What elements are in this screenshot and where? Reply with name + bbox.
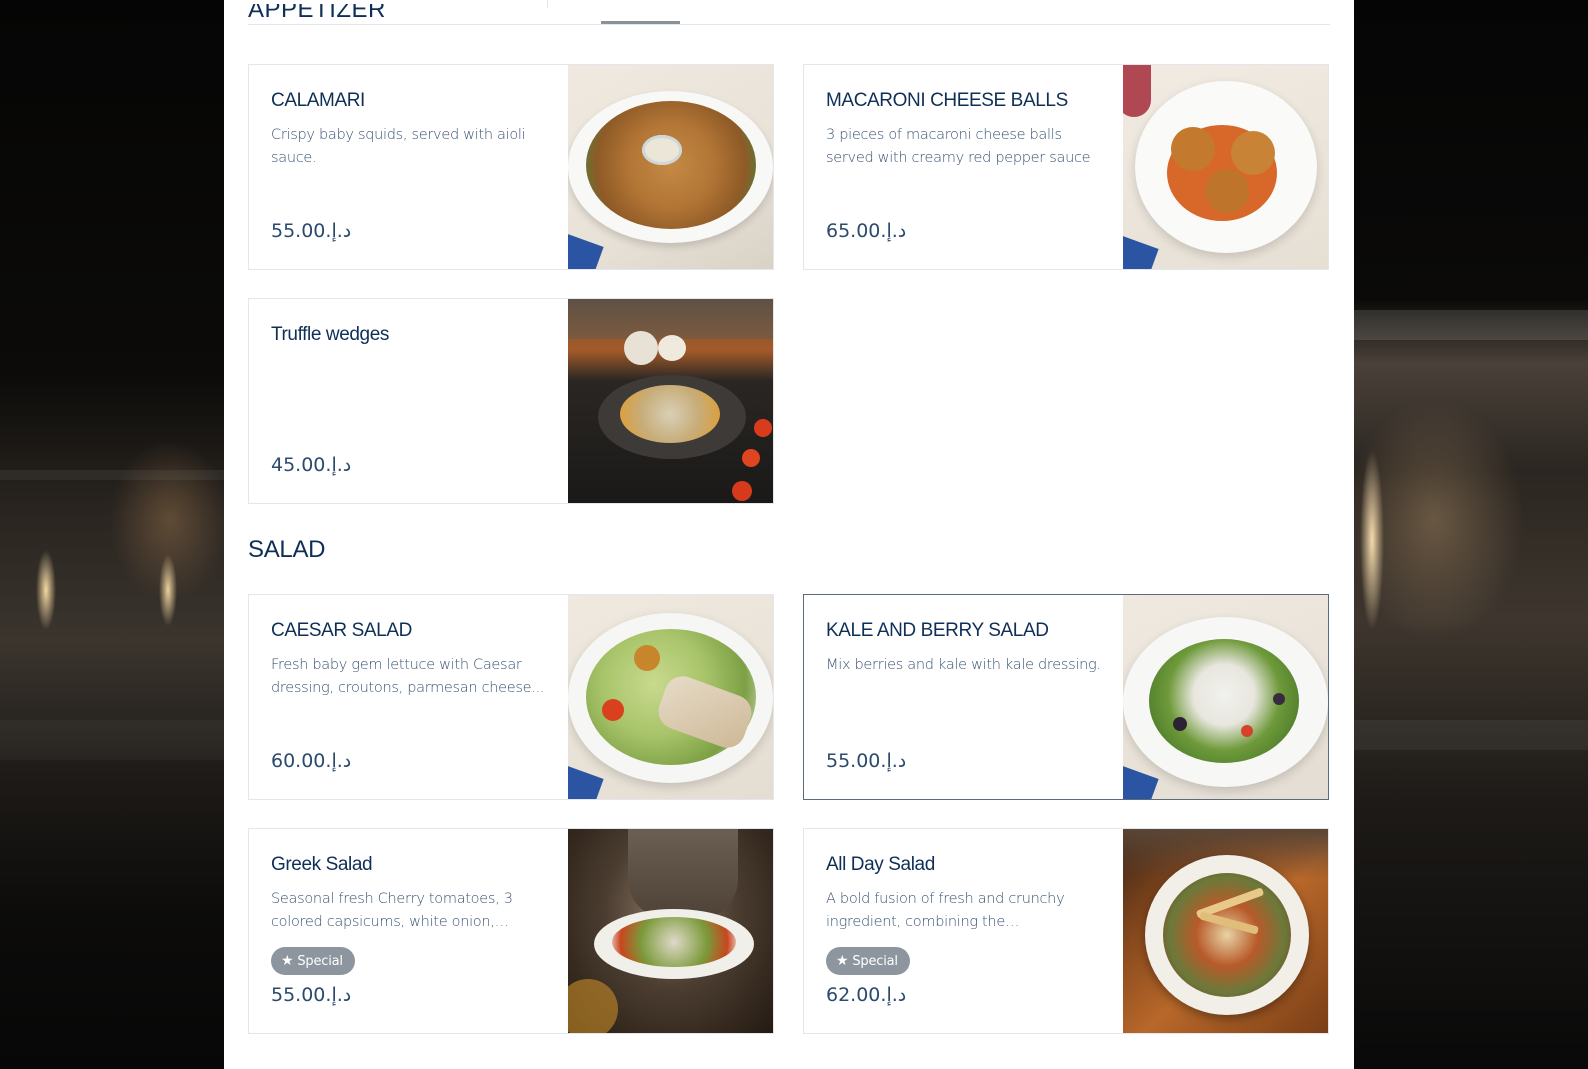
item-description: Seasonal fresh Cherry tomatoes, 3 colore… (271, 891, 513, 930)
item-price: د.إ.62.00 (826, 984, 907, 1006)
special-badge: ★ Special (271, 947, 355, 975)
menu-item-greek-salad[interactable]: Greek Salad Seasonal fresh Cherry tomato… (248, 828, 774, 1034)
star-icon: ★ (281, 953, 294, 969)
menu-page: APPETIZER CALAMARI Crispy baby squids, s… (224, 0, 1354, 1069)
active-tab-indicator[interactable] (601, 21, 680, 24)
item-description: Fresh baby gem lettuce with Caesar dress… (271, 657, 545, 696)
item-price: د.إ.60.00 (271, 750, 352, 772)
truffle-wedges-photo (568, 299, 773, 503)
greek-salad-photo (568, 829, 773, 1033)
item-price: د.إ.55.00 (271, 984, 352, 1006)
background-left (0, 0, 224, 1069)
item-name: MACARONI CHEESE BALLS (826, 90, 1068, 111)
menu-item-caesar-salad[interactable]: CAESAR SALAD Fresh baby gem lettuce with… (248, 594, 774, 800)
calamari-photo (568, 65, 773, 269)
section-heading-appetizer: APPETIZER (248, 4, 386, 23)
menu-item-kale-and-berry-salad[interactable]: KALE AND BERRY SALAD Mix berries and kal… (803, 594, 1329, 800)
item-name: CALAMARI (271, 90, 365, 111)
item-name: CAESAR SALAD (271, 620, 412, 641)
item-description: 3 pieces of macaroni cheese balls served… (826, 127, 1091, 166)
kale-berry-salad-photo (1123, 595, 1328, 799)
item-name: Greek Salad (271, 854, 373, 875)
special-badge: ★ Special (826, 947, 910, 975)
item-description: Mix berries and kale with kale dressing. (826, 657, 1101, 673)
item-name: All Day Salad (826, 854, 935, 875)
star-icon: ★ (836, 953, 849, 969)
section-heading-salad: SALAD (248, 536, 326, 563)
item-price: د.إ.45.00 (271, 454, 352, 476)
item-price: د.إ.65.00 (826, 220, 907, 242)
background-right (1354, 0, 1588, 1069)
caesar-salad-photo (568, 595, 773, 799)
menu-item-all-day-salad[interactable]: All Day Salad A bold fusion of fresh and… (803, 828, 1329, 1034)
item-description: A bold fusion of fresh and crunchy ingre… (826, 891, 1065, 930)
item-price: د.إ.55.00 (271, 220, 352, 242)
item-price: د.إ.55.00 (826, 750, 907, 772)
menu-item-macaroni-cheese-balls[interactable]: MACARONI CHEESE BALLS 3 pieces of macaro… (803, 64, 1329, 270)
item-name: KALE AND BERRY SALAD (826, 620, 1049, 641)
macaroni-cheese-balls-photo (1123, 65, 1328, 269)
menu-item-truffle-wedges[interactable]: Truffle wedges د.إ.45.00 (248, 298, 774, 504)
all-day-salad-photo (1123, 829, 1328, 1033)
item-name: Truffle wedges (271, 324, 389, 345)
menu-item-calamari[interactable]: CALAMARI Crispy baby squids, served with… (248, 64, 774, 270)
item-description: Crispy baby squids, served with aioli sa… (271, 127, 526, 166)
